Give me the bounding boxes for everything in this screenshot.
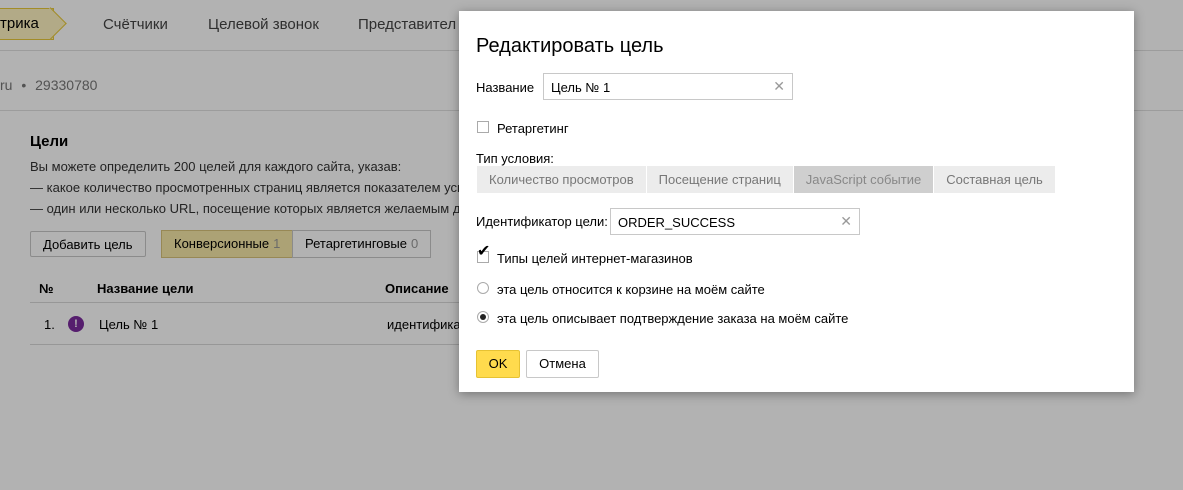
tab-page-visit[interactable]: Посещение страниц — [646, 166, 794, 193]
tab-composite-goal[interactable]: Составная цель — [934, 166, 1056, 193]
goal-id-input[interactable]: ORDER_SUCCESS ✕ — [610, 208, 860, 235]
edit-goal-dialog: Редактировать цель Название Цель № 1 ✕ Р… — [459, 11, 1134, 392]
cancel-button[interactable]: Отмена — [526, 350, 599, 378]
radio-order-confirmation[interactable] — [477, 311, 489, 323]
checkmark-icon: ✔ — [477, 243, 491, 260]
condition-type-label: Тип условия: — [476, 151, 554, 166]
goal-id-label: Идентификатор цели: — [476, 214, 608, 229]
clear-icon[interactable]: ✕ — [840, 213, 852, 230]
condition-type-tabs: Количество просмотров Посещение страниц … — [477, 166, 1056, 193]
shop-types-label[interactable]: Типы целей интернет-магазинов — [497, 251, 693, 266]
radio-cart[interactable] — [477, 282, 489, 294]
name-label: Название — [476, 80, 535, 95]
goal-name-input[interactable]: Цель № 1 ✕ — [543, 73, 793, 100]
goal-name-value: Цель № 1 — [551, 80, 611, 95]
radio-order-confirmation-label[interactable]: эта цель описывает подтверждение заказа … — [497, 311, 848, 326]
retargeting-label[interactable]: Ретаргетинг — [497, 121, 569, 136]
dialog-title: Редактировать цель — [476, 35, 664, 57]
tab-javascript-event[interactable]: JavaScript событие — [793, 166, 935, 193]
radio-cart-label[interactable]: эта цель относится к корзине на моём сай… — [497, 282, 765, 297]
tab-views-count[interactable]: Количество просмотров — [477, 166, 647, 193]
retargeting-checkbox[interactable] — [477, 121, 489, 133]
clear-icon[interactable]: ✕ — [773, 78, 785, 95]
ok-button[interactable]: OK — [476, 350, 520, 378]
goal-id-value: ORDER_SUCCESS — [618, 215, 736, 230]
